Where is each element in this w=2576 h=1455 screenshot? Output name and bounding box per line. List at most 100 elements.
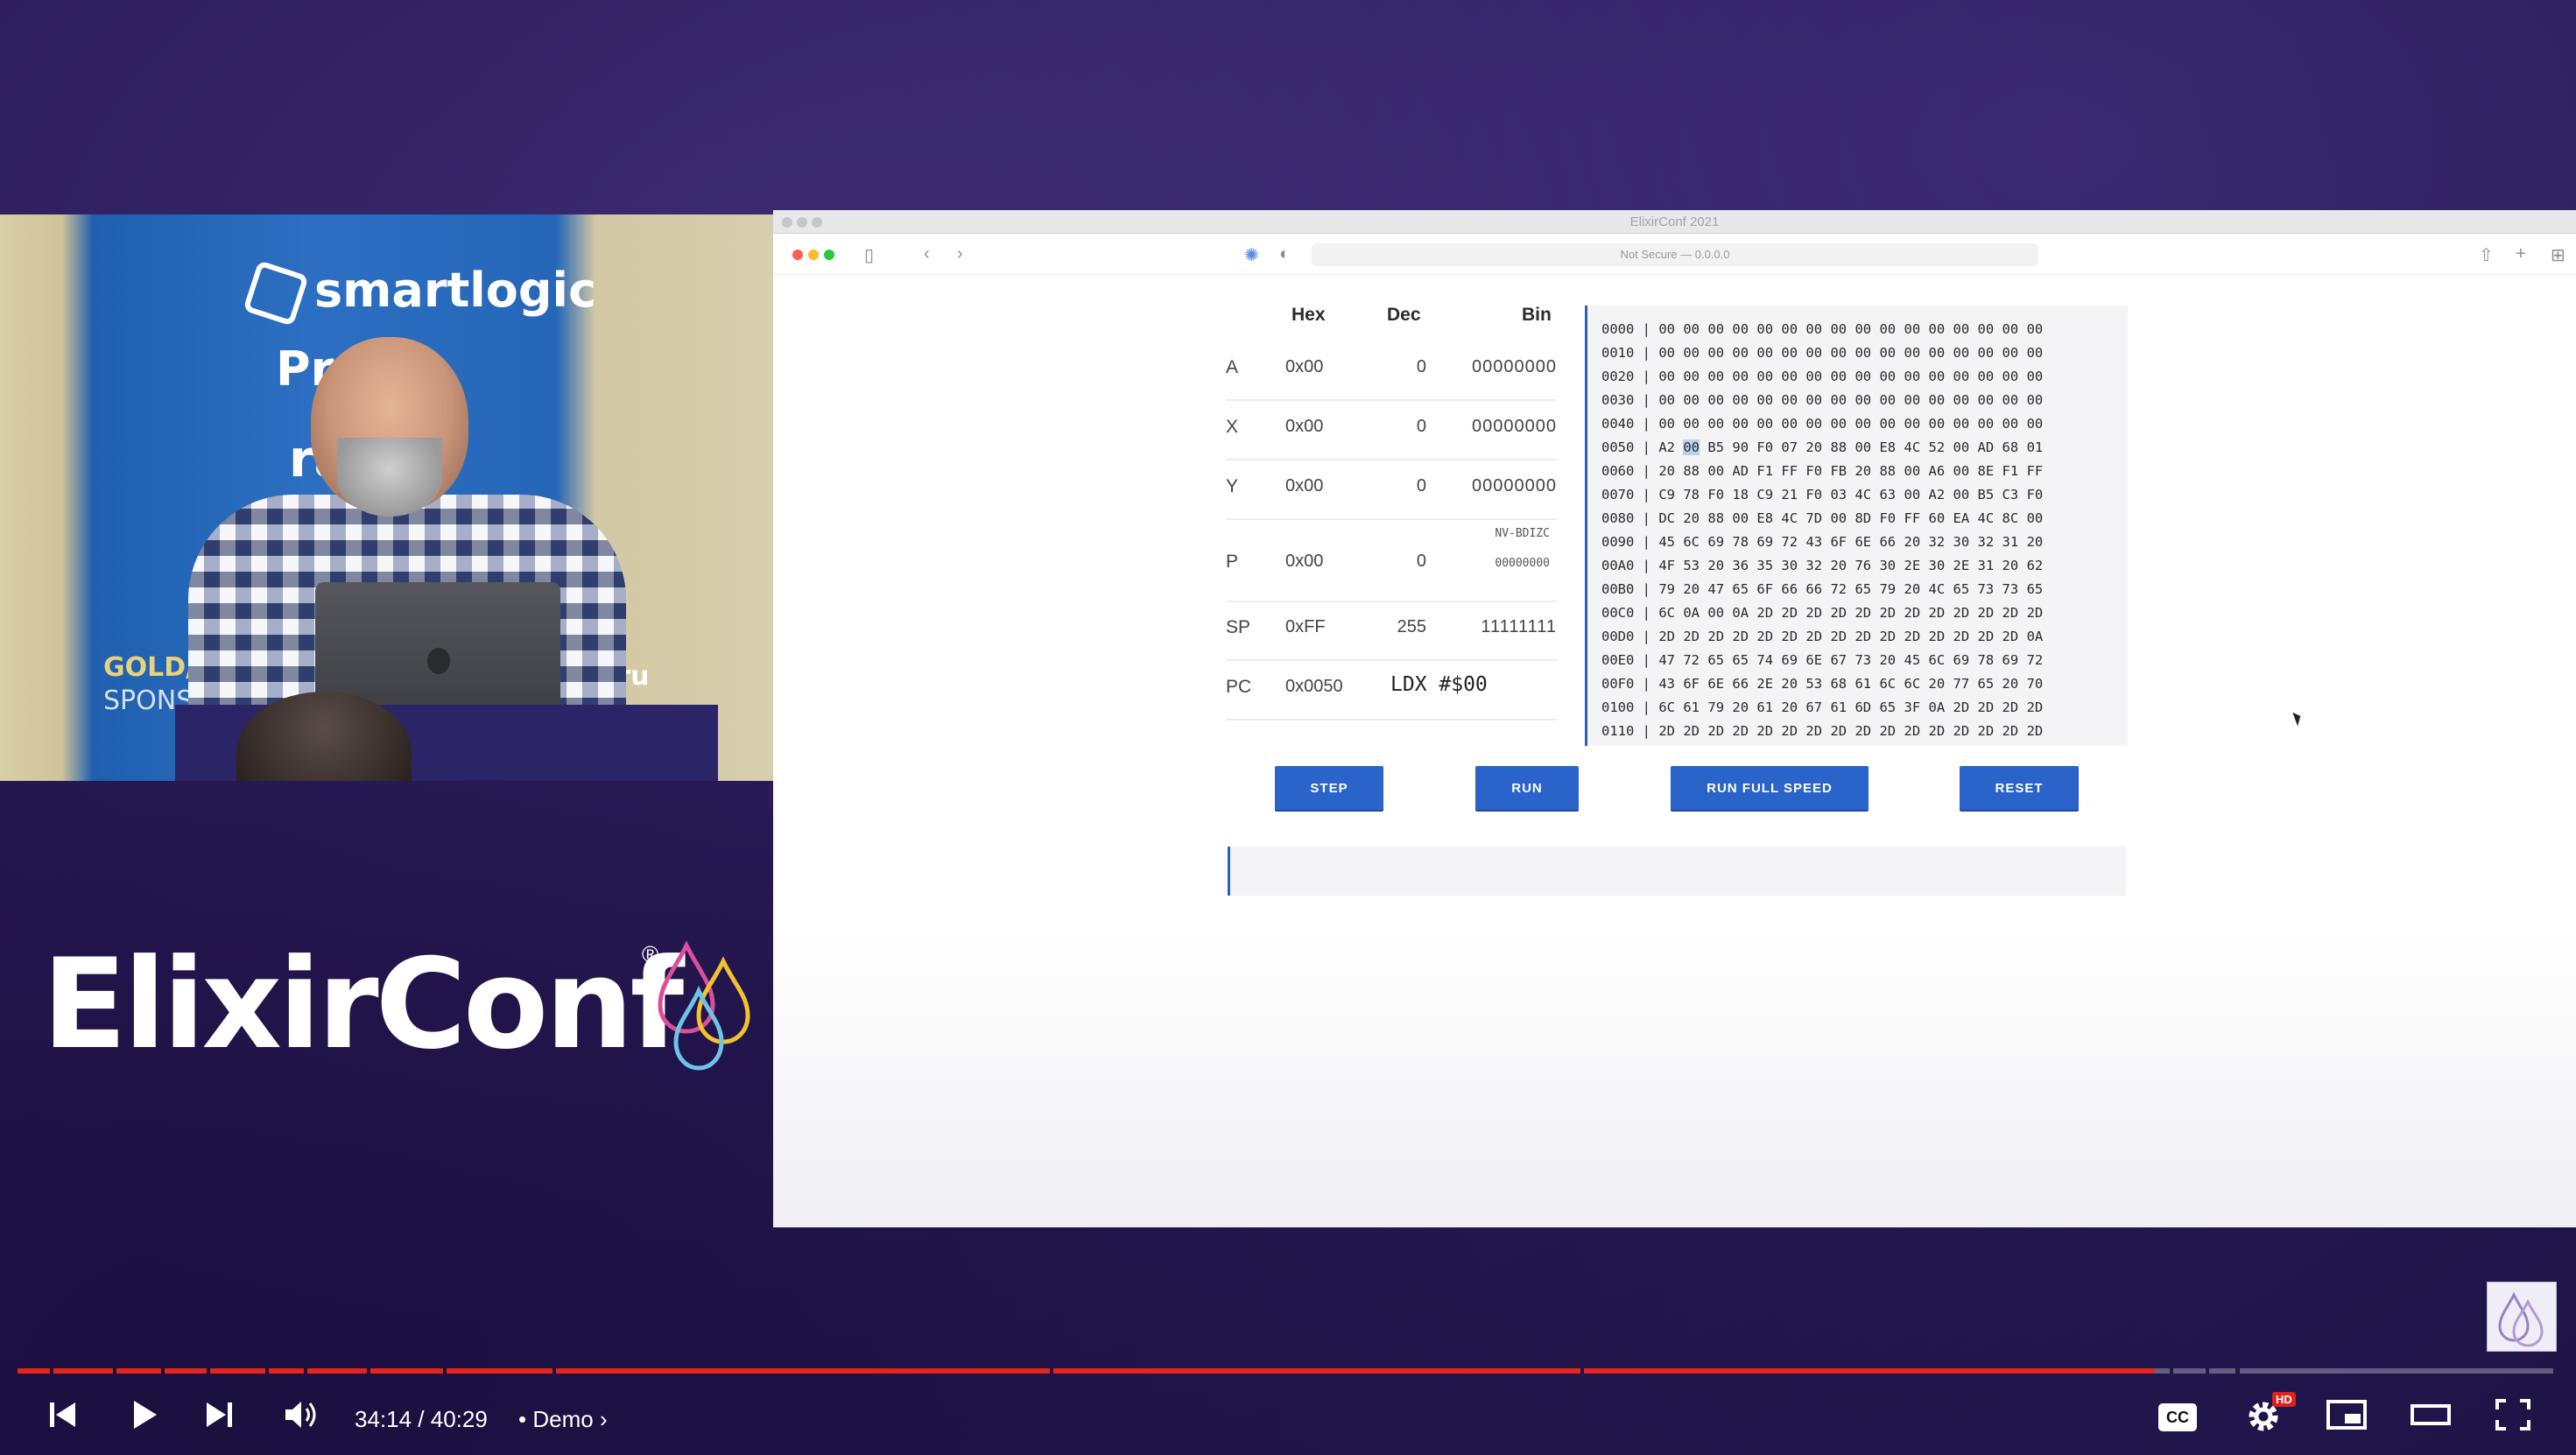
memory-byte: 00 <box>1855 439 1872 455</box>
skip-next-icon[interactable] <box>201 1397 236 1442</box>
back-icon[interactable]: ‹ <box>924 244 930 264</box>
chapter-segment[interactable] <box>1053 1368 1581 1374</box>
close-window-icon[interactable] <box>792 250 803 260</box>
memory-byte: 88 <box>1879 463 1897 479</box>
window-titlebar: ElixirConf 2021 <box>773 210 2576 234</box>
volume-icon[interactable] <box>282 1397 320 1442</box>
chapter-segment[interactable] <box>18 1368 50 1374</box>
memory-byte: 00 <box>1732 345 1749 361</box>
memory-byte: 2D <box>1756 605 1774 621</box>
play-icon[interactable] <box>127 1397 162 1442</box>
memory-byte: 35 <box>1756 558 1774 573</box>
memory-byte: 00 <box>1707 345 1725 361</box>
memory-byte: 74 <box>1756 652 1774 668</box>
chapter-segment[interactable] <box>116 1368 162 1374</box>
chapter-segment[interactable] <box>1584 1368 2171 1374</box>
chapter-segment[interactable] <box>447 1368 553 1374</box>
speaker-camera-feed: smartlogic Pro co ra GOLD/ SPONSO nru <box>0 214 773 781</box>
seek-bar[interactable] <box>18 1368 2557 1374</box>
memory-byte: 6C <box>1658 699 1675 715</box>
memory-byte: 8C <box>2002 510 2019 526</box>
memory-byte: 65 <box>1855 581 1872 597</box>
memory-byte: 60 <box>1928 510 1946 526</box>
col-header-dec: Dec <box>1387 305 1421 325</box>
channel-watermark[interactable] <box>2487 1282 2557 1352</box>
memory-byte: 0A <box>1683 605 1700 621</box>
reset-button[interactable]: RESET <box>1960 766 2079 810</box>
memory-byte: 8E <box>1977 463 1995 479</box>
memory-byte: 88 <box>1683 463 1700 479</box>
memory-row: 0100 | 6C 61 79 20 61 20 67 61 6D 65 3F … <box>1601 696 2043 720</box>
traffic-lights[interactable] <box>792 249 840 264</box>
zoom-window-icon[interactable] <box>824 250 834 260</box>
memory-row: 0040 | 00 00 00 00 00 00 00 00 00 00 00 … <box>1601 412 2043 436</box>
memory-byte: F0 <box>2026 487 2044 503</box>
chapter-segment[interactable] <box>165 1368 208 1374</box>
memory-byte: 2D <box>1977 605 1995 621</box>
memory-byte: 70 <box>2026 676 2044 692</box>
memory-byte: 00 <box>2002 321 2019 337</box>
memory-byte: 00 <box>2026 345 2044 361</box>
chapter-segment[interactable] <box>370 1368 444 1374</box>
memory-byte: 20 <box>1658 463 1675 479</box>
memory-byte: 20 <box>2002 558 2019 573</box>
fullscreen-icon[interactable] <box>2494 1397 2532 1442</box>
captions-button[interactable]: CC <box>2158 1403 2197 1431</box>
memory-byte: 20 <box>1683 510 1700 526</box>
chapter-segment[interactable] <box>2239 1368 2553 1374</box>
miniplayer-icon[interactable] <box>2326 1397 2368 1442</box>
memory-address: 00B0 | <box>1601 581 1659 597</box>
memory-address: 00A0 | <box>1601 558 1659 573</box>
memory-address: 0060 | <box>1601 463 1659 479</box>
memory-byte: 00 <box>1732 392 1749 408</box>
chapter-segment[interactable] <box>210 1368 266 1374</box>
register-name: P <box>1226 552 1239 572</box>
register-hex: 0x0050 <box>1285 677 1343 696</box>
memory-byte: 6C <box>1658 605 1675 621</box>
privacy-report-icon[interactable]: ✺ <box>1244 244 1259 266</box>
memory-byte: 00 <box>1830 345 1848 361</box>
register-row-a: A 0x00 0 00000000 <box>1226 341 1557 401</box>
chapter-segment[interactable] <box>306 1368 368 1374</box>
memory-byte: 66 <box>1805 581 1823 597</box>
register-bin: 11111111 <box>1481 617 1557 636</box>
memory-byte: F0 <box>1707 487 1725 503</box>
sidebar-toggle-icon[interactable]: ▯ <box>864 244 874 266</box>
console-output[interactable] <box>1228 847 2126 896</box>
memory-byte: 00 <box>1855 416 1872 432</box>
chapter-button[interactable]: • Demo › <box>518 1406 608 1433</box>
skip-previous-icon[interactable] <box>46 1397 81 1442</box>
droplets-logo-icon <box>658 940 750 1071</box>
memory-byte: 88 <box>1707 510 1725 526</box>
new-tab-icon[interactable]: + <box>2516 244 2526 264</box>
forward-icon[interactable]: › <box>957 244 963 264</box>
memory-byte: 00 <box>1928 416 1946 432</box>
memory-byte: 00 <box>1977 321 1995 337</box>
memory-byte: 00 <box>2026 321 2044 337</box>
memory-byte: 6F <box>1830 534 1848 550</box>
window-title: ElixirConf 2021 <box>1629 214 1720 229</box>
chapter-segment[interactable] <box>555 1368 1051 1374</box>
tab-overview-icon[interactable]: ⊞ <box>2551 244 2565 266</box>
memory-byte: 00 <box>1732 369 1749 384</box>
memory-byte: F0 <box>1805 463 1823 479</box>
memory-byte: 79 <box>1658 581 1675 597</box>
memory-byte: 2D <box>1658 629 1675 644</box>
run-full-speed-button[interactable]: RUN FULL SPEED <box>1671 766 1869 810</box>
chapter-segment[interactable] <box>269 1368 304 1374</box>
memory-byte: C9 <box>1658 487 1675 503</box>
memory-byte: 00 <box>1953 416 1970 432</box>
chapter-segment[interactable] <box>2173 1368 2206 1374</box>
chapter-segment[interactable] <box>2208 1368 2236 1374</box>
memory-byte: 00 <box>1805 369 1823 384</box>
address-bar[interactable]: Not Secure — 0.0.0.0 <box>1312 243 2038 266</box>
minimize-window-icon[interactable] <box>808 250 819 260</box>
step-button[interactable]: STEP <box>1275 766 1383 810</box>
share-icon[interactable]: ⇧ <box>2479 244 2494 266</box>
run-button[interactable]: RUN <box>1475 766 1579 810</box>
chapter-segment[interactable] <box>53 1368 114 1374</box>
shield-icon[interactable]: ◐ <box>1279 244 1290 264</box>
memory-byte: 2D <box>1855 723 1872 739</box>
theater-mode-icon[interactable] <box>2410 1397 2452 1442</box>
memory-byte: 00 <box>1756 392 1774 408</box>
